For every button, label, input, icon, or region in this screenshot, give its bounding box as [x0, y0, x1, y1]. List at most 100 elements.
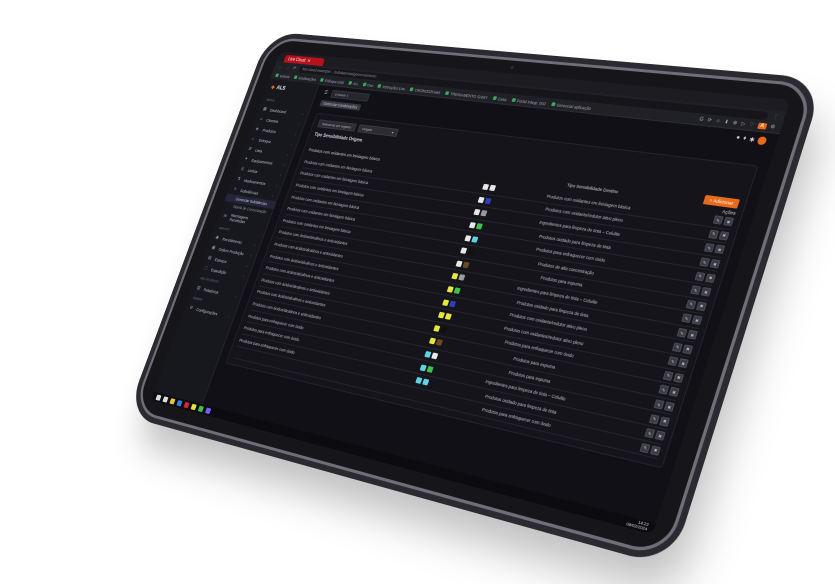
delete-icon[interactable]: ✖	[668, 387, 680, 398]
toolbar-icon[interactable]: ☆	[715, 118, 721, 124]
edit-icon[interactable]: ✎	[671, 342, 683, 353]
close-icon[interactable]: ✕	[307, 58, 312, 63]
sidebar-item-icon: ⚛	[232, 186, 238, 193]
app-icon[interactable]	[204, 407, 212, 415]
delete-icon[interactable]: ✖	[695, 301, 708, 312]
edit-icon[interactable]: ✎	[676, 327, 688, 338]
chevron-right-icon: ›	[271, 193, 275, 198]
delete-icon[interactable]: ✖	[663, 401, 675, 412]
delete-icon[interactable]: ✖	[649, 445, 662, 456]
color-swatches	[455, 260, 492, 272]
filter-select-button[interactable]: Selecione um registro	[317, 119, 357, 132]
delete-icon[interactable]: ✖	[700, 287, 712, 297]
delete-icon[interactable]: ✖	[705, 273, 717, 283]
forward-icon[interactable]: →	[285, 65, 290, 70]
sidebar-item-icon: ◎	[239, 166, 245, 172]
color-swatch	[431, 352, 439, 360]
topbar-icons: ● ♦ ✱	[735, 134, 768, 146]
edit-icon[interactable]: ✎	[685, 299, 697, 310]
delete-icon[interactable]: ✖	[686, 329, 698, 340]
chevron-right-icon: ›	[294, 131, 297, 137]
search-icon[interactable]	[162, 396, 169, 403]
windows-icon[interactable]	[155, 394, 162, 401]
delete-icon[interactable]: ✖	[654, 430, 666, 442]
help-icon[interactable]: ●	[735, 135, 741, 141]
edit-icon[interactable]: ✎	[648, 413, 660, 425]
chevron-right-icon: ›	[227, 313, 231, 319]
toolbar-icon[interactable]: ♡	[748, 122, 755, 129]
chevron-right-icon: ›	[253, 242, 257, 247]
edit-icon[interactable]: ✎	[694, 271, 706, 282]
edit-icon[interactable]: ✎	[644, 428, 656, 439]
color-swatch	[466, 248, 475, 256]
color-swatches	[412, 393, 446, 401]
whatsapp-icon[interactable]	[197, 405, 205, 413]
edge-icon[interactable]	[176, 399, 183, 407]
bookmark-item[interactable]: Atualizações	[293, 75, 317, 81]
sidebar-item-label: Estoque	[214, 256, 228, 264]
delete-icon[interactable]: ✖	[673, 372, 685, 383]
opera-icon[interactable]	[183, 401, 190, 409]
explorer-icon[interactable]	[169, 398, 176, 405]
edit-icon[interactable]: ✎	[681, 313, 693, 324]
tablet-screen: Live Cloud ✕ ← → ⟳ live.cloud.example/…/…	[150, 51, 791, 535]
menu-icon[interactable]: ☰	[323, 90, 328, 95]
delete-icon[interactable]: ✖	[677, 358, 689, 369]
bookmark-item[interactable]: Casa	[492, 96, 507, 102]
toolbar-icon[interactable]: ⊕	[732, 120, 738, 126]
delete-icon[interactable]: ✖	[718, 231, 730, 241]
edit-icon[interactable]: ✎	[658, 384, 670, 396]
breadcrumb[interactable]: Gerenciar Combinações	[319, 100, 362, 111]
edit-icon[interactable]: ✎	[690, 285, 702, 296]
bookmark-item[interactable]: Enfoque total	[319, 78, 345, 84]
color-swatch	[462, 261, 470, 269]
color-swatch	[422, 378, 430, 386]
edit-icon[interactable]: ✎	[699, 257, 711, 267]
toolbar-icon[interactable]: G	[698, 117, 704, 123]
avatar[interactable]	[756, 136, 768, 146]
toolbar-icon[interactable]: ⬇	[723, 119, 729, 125]
toolbar-icon[interactable]: ▷	[740, 121, 746, 127]
edit-icon[interactable]: ✎	[712, 215, 724, 225]
sidebar-item-label: Recebimento	[221, 236, 243, 245]
tablet-frame: Live Cloud ✕ ← → ⟳ live.cloud.example/…/…	[132, 36, 817, 559]
delete-icon[interactable]: ✖	[659, 416, 671, 427]
sidebar-item-label: Lista	[254, 147, 264, 153]
delete-icon[interactable]: ✖	[722, 217, 734, 227]
back-icon[interactable]: ←	[278, 64, 283, 69]
sidebar-item-label: Substâncias	[239, 188, 260, 196]
profile-icon[interactable]: A	[757, 122, 767, 130]
bookmark-item[interactable]: AIA	[347, 81, 359, 86]
gear-icon: ⚙	[188, 304, 194, 311]
chrome-icon[interactable]	[190, 403, 197, 411]
bookmark-item[interactable]: Vehicle	[275, 73, 291, 79]
chevron-right-icon: ›	[290, 142, 293, 147]
bell-icon[interactable]: ♦	[742, 136, 747, 142]
reload-icon[interactable]: ⟳	[292, 65, 297, 70]
edit-icon[interactable]: ✎	[653, 399, 665, 410]
tab-title: Live Cloud	[287, 56, 307, 64]
origin-filter-input[interactable]: Origem ▾	[356, 124, 399, 137]
edit-icon[interactable]: ✎	[708, 229, 720, 239]
sidebar-item-icon: ◈	[254, 126, 260, 132]
edit-icon[interactable]: ✎	[667, 356, 679, 367]
toolbar-icon[interactable]: ⟳	[706, 117, 712, 123]
settings-icon[interactable]: ✱	[748, 136, 756, 144]
delete-icon[interactable]: ✖	[691, 315, 703, 326]
add-button[interactable]: + Adicionar	[702, 194, 740, 209]
bookmark-item[interactable]: Ovo	[362, 82, 374, 88]
chevron-down-icon: ▾	[391, 130, 395, 135]
edit-icon[interactable]: ✎	[639, 442, 651, 454]
delete-icon[interactable]: ✖	[682, 344, 694, 355]
toolbar-icon[interactable]: ⚙	[769, 124, 776, 131]
delete-icon[interactable]: ✖	[709, 259, 721, 269]
delete-icon[interactable]: ✖	[714, 244, 726, 255]
camera-dot	[510, 66, 514, 69]
edit-icon[interactable]: ✎	[703, 243, 715, 253]
combinations-panel: Selecione um registro Origem ▾ Tipo Sensi…	[225, 112, 759, 469]
sidebar-item-icon: ⚗	[236, 176, 242, 183]
edit-icon[interactable]: ✎	[662, 370, 674, 381]
unit-select[interactable]: Unidade 1	[330, 89, 371, 102]
more-icon[interactable]: ⋮	[772, 113, 779, 120]
sidebar-item-icon: ◉	[214, 234, 220, 241]
